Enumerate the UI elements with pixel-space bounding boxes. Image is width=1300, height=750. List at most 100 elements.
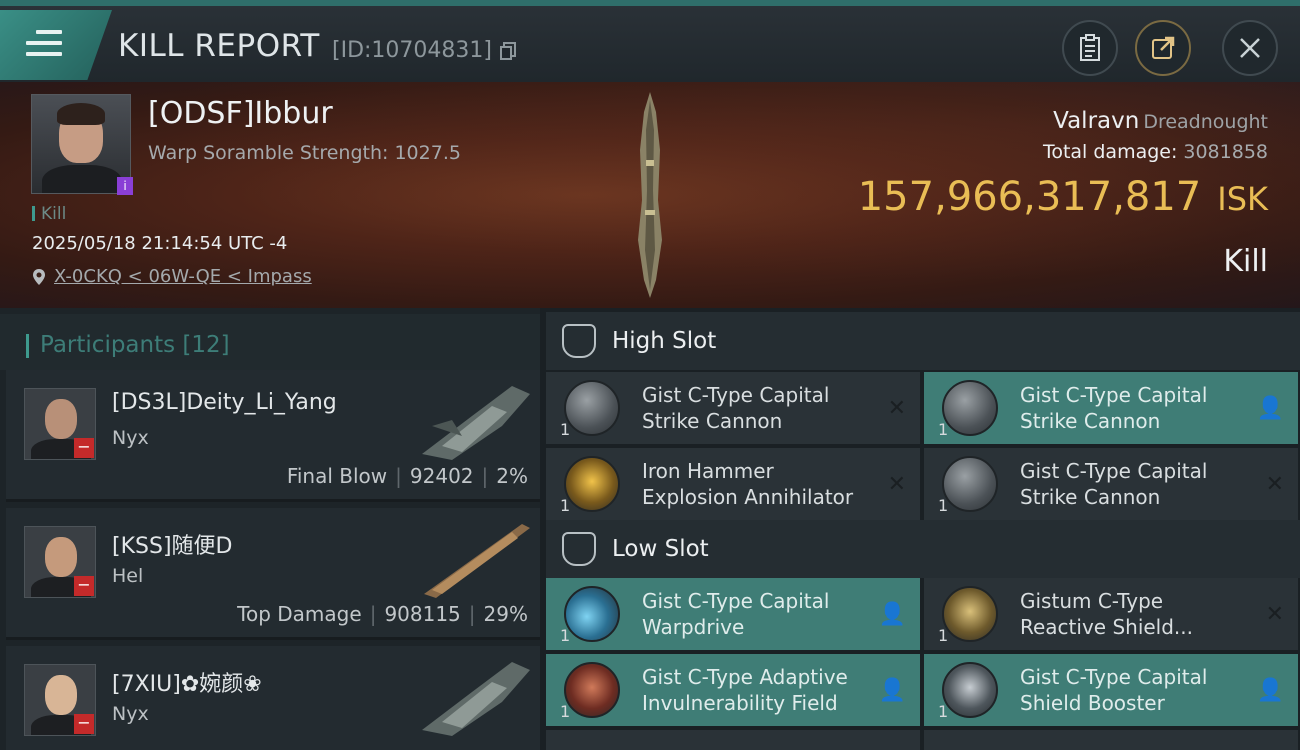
- participant-name: [KSS]随便D: [112, 534, 233, 559]
- module-name: Gistum C-Type Reactive Shield...: [1020, 589, 1194, 639]
- module-item[interactable]: 1 Iron Hammer Explosion Annihilator ✕: [546, 448, 920, 520]
- hamburger-icon: [26, 30, 62, 63]
- module-qty: 1: [560, 702, 571, 721]
- participant-stats: Top Damage | 908115 | 29%: [237, 602, 528, 626]
- module-item[interactable]: 1 Gist C-Type Adaptive Invulnerability Fi…: [546, 654, 920, 726]
- participant-row[interactable]: − [7XIU]✿婉颜❀ Nyx: [6, 646, 540, 750]
- kill-location[interactable]: X-0CKQ < 06W-QE < Impass: [32, 266, 312, 287]
- ship-name: Valravn: [1053, 108, 1140, 134]
- participant-ship: Nyx: [112, 427, 149, 449]
- module-item[interactable]: 1 Gist C-Type Capital Strike Cannon ✕: [546, 372, 920, 444]
- module-qty: 1: [560, 420, 571, 439]
- victim-ship-image: [638, 92, 662, 298]
- participant-name: [7XIU]✿婉颜❀: [112, 672, 262, 697]
- minus-badge-icon: −: [74, 714, 94, 734]
- location-pin-icon: [33, 269, 45, 285]
- victim-portrait[interactable]: [31, 94, 131, 194]
- menu-button[interactable]: [0, 10, 112, 80]
- module-name: Gist C-Type Capital Warpdrive: [642, 589, 830, 639]
- module-item-partial[interactable]: [546, 730, 920, 750]
- high-slot-icon: [562, 324, 596, 358]
- participant-stats: Final Blow | 92402 | 2%: [286, 464, 528, 488]
- report-id: [ID:10704831]: [332, 38, 492, 63]
- module-name: Iron Hammer Explosion Annihilator: [642, 459, 854, 509]
- location-link[interactable]: X-0CKQ < 06W-QE < Impass: [54, 266, 312, 287]
- total-damage: Total damage: 3081858: [1043, 141, 1268, 163]
- module-qty: 1: [938, 420, 949, 439]
- dropped-person-icon: 👤: [1256, 678, 1284, 703]
- share-icon: [1152, 36, 1175, 59]
- module-item[interactable]: 1 Gist C-Type Capital Strike Cannon ✕: [924, 448, 1298, 520]
- destroyed-icon: ✕: [887, 472, 906, 497]
- warpdrive-icon: [564, 586, 620, 642]
- destroyed-icon: ✕: [887, 396, 906, 421]
- ship-image: [422, 386, 530, 460]
- participant-damage: 908115: [384, 602, 461, 626]
- ship-class: Dreadnought: [1143, 111, 1268, 133]
- participants-label: Participants: [40, 332, 176, 358]
- low-slot-header: Low Slot: [546, 520, 1300, 578]
- low-slot-icon: [562, 532, 596, 566]
- module-qty: 1: [938, 702, 949, 721]
- destroyed-icon: ✕: [1265, 602, 1284, 627]
- strike-cannon-icon: [942, 456, 998, 512]
- dropped-person-icon: 👤: [1256, 396, 1284, 421]
- ship-image: [422, 662, 530, 736]
- isk-unit: ISK: [1217, 180, 1268, 218]
- kill-datetime: 2025/05/18 21:14:54 UTC -4: [32, 233, 288, 254]
- victim-ship-type[interactable]: Valravn Dreadnought: [1053, 108, 1268, 134]
- module-name: Gist C-Type Capital Strike Cannon: [1020, 459, 1208, 509]
- participant-damage: 92402: [409, 464, 474, 488]
- clipboard-button[interactable]: [1062, 20, 1118, 76]
- ship-image: [424, 524, 530, 598]
- participants-count: [12]: [182, 332, 230, 358]
- minus-badge-icon: −: [74, 438, 94, 458]
- strike-cannon-icon: [564, 380, 620, 436]
- module-item[interactable]: 1 Gist C-Type Capital Warpdrive 👤: [546, 578, 920, 650]
- fitting-panel: High Slot 1 Gist C-Type Capital Strike Ca…: [540, 308, 1300, 750]
- isk-value: 157,966,317,817 ISK: [858, 174, 1268, 220]
- module-name: Gist C-Type Adaptive Invulnerability Fiel…: [642, 665, 848, 715]
- close-button[interactable]: [1222, 20, 1278, 76]
- module-qty: 1: [560, 496, 571, 515]
- total-damage-label: Total damage:: [1042, 141, 1178, 163]
- isk-amount: 157,966,317,817: [857, 174, 1202, 220]
- module-name: Gist C-Type Capital Shield Booster: [1020, 665, 1208, 715]
- dropped-person-icon: 👤: [878, 602, 906, 627]
- participant-ship: Nyx: [112, 703, 149, 725]
- dropped-person-icon: 👤: [878, 678, 906, 703]
- participant-row[interactable]: − [DS3L]Deity_Li_Yang Nyx Final Blow | 924…: [6, 370, 540, 502]
- participant-percent: 29%: [483, 602, 528, 626]
- page-title: KILL REPORT: [118, 28, 320, 64]
- module-name: Gist C-Type Capital Strike Cannon: [642, 383, 830, 433]
- low-slot-label: Low Slot: [612, 536, 709, 562]
- invulnerability-field-icon: [564, 662, 620, 718]
- module-name: Gist C-Type Capital Strike Cannon: [1020, 383, 1208, 433]
- close-icon: [1240, 38, 1260, 58]
- minus-badge-icon: −: [74, 576, 94, 596]
- copy-icon[interactable]: [500, 42, 516, 60]
- share-button[interactable]: [1135, 20, 1191, 76]
- participant-role: Final Blow: [286, 464, 388, 488]
- module-item-partial[interactable]: [924, 730, 1298, 750]
- module-qty: 1: [938, 626, 949, 645]
- participants-header: Participants [12]: [0, 314, 540, 370]
- victim-name[interactable]: [ODSF]Ibbur: [148, 96, 333, 131]
- module-item[interactable]: 1 Gist C-Type Capital Shield Booster 👤: [924, 654, 1298, 726]
- result-label: Kill: [1223, 244, 1268, 279]
- warp-scramble-strength: Warp Soramble Strength: 1027.5: [148, 142, 461, 164]
- module-qty: 1: [938, 496, 949, 515]
- participants-panel: Participants [12] − [DS3L]Deity_Li_Yang …: [0, 308, 540, 750]
- strike-cannon-icon: [942, 380, 998, 436]
- participant-percent: 2%: [496, 464, 528, 488]
- info-icon[interactable]: i: [117, 177, 133, 195]
- destroyed-icon: ✕: [1265, 472, 1284, 497]
- participant-row[interactable]: − [KSS]随便D Hel Top Damage | 908115 | 29%: [6, 508, 540, 640]
- high-slot-header: High Slot: [546, 312, 1300, 370]
- participant-role: Top Damage: [237, 602, 362, 626]
- top-bar: KILL REPORT [ID:10704831]: [0, 0, 1300, 82]
- shield-booster-icon: [942, 662, 998, 718]
- module-item[interactable]: 1 Gistum C-Type Reactive Shield... ✕: [924, 578, 1298, 650]
- participant-ship: Hel: [112, 565, 144, 587]
- module-item[interactable]: 1 Gist C-Type Capital Strike Cannon 👤: [924, 372, 1298, 444]
